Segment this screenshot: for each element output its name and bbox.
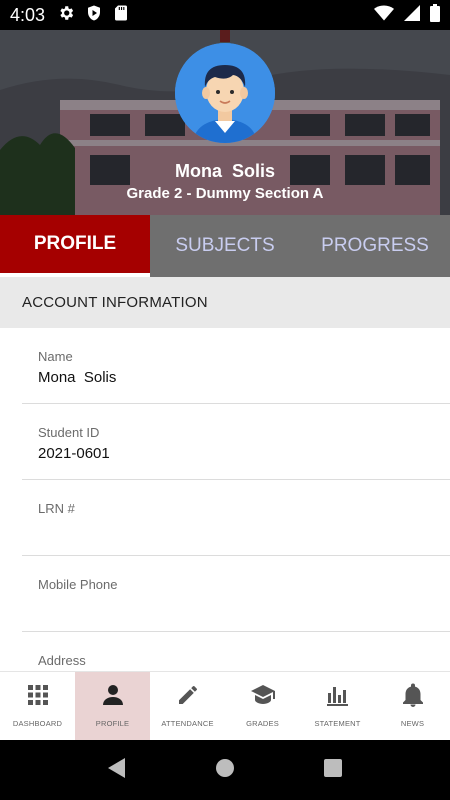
sd-card-icon xyxy=(113,4,129,27)
lrn-field: LRN # xyxy=(22,480,450,556)
student-section: Grade 2 - Dummy Section A xyxy=(126,185,324,202)
bottom-navigation: DASHBOARD PROFILE ATTENDANCE GRADES STAT… xyxy=(0,671,450,740)
wifi-icon xyxy=(374,5,394,26)
bar-chart-icon xyxy=(325,682,351,708)
avatar[interactable] xyxy=(175,43,275,143)
mobile-phone-field: Mobile Phone xyxy=(22,556,450,632)
nav-label: PROFILE xyxy=(95,719,130,728)
name-field: Name Mona Solis xyxy=(22,328,450,404)
status-time: 4:03 xyxy=(10,4,46,25)
profile-header: Mona Solis Grade 2 - Dummy Section A xyxy=(0,30,450,215)
nav-item-dashboard[interactable]: DASHBOARD xyxy=(0,672,75,740)
nav-label: STATEMENT xyxy=(314,719,361,728)
settings-icon xyxy=(57,4,75,27)
status-bar: 4:03 xyxy=(0,0,450,30)
section-header: ACCOUNT INFORMATION xyxy=(0,277,450,328)
account-information-panel[interactable]: ACCOUNT INFORMATION Name Mona Solis Stud… xyxy=(0,277,450,671)
field-label: Address xyxy=(38,653,86,668)
address-field: Address xyxy=(22,632,450,671)
nav-item-news[interactable]: NEWS xyxy=(375,672,450,740)
field-label: Student ID xyxy=(38,425,100,440)
system-navigation-bar xyxy=(0,740,450,800)
nav-label: NEWS xyxy=(400,719,425,728)
student-name: Mona Solis xyxy=(174,161,275,181)
grid-icon xyxy=(25,682,51,708)
signal-icon xyxy=(404,4,420,26)
nav-label: DASHBOARD xyxy=(12,719,63,728)
nav-label: ATTENDANCE xyxy=(161,719,214,728)
back-icon[interactable] xyxy=(107,757,127,784)
home-icon[interactable] xyxy=(215,758,235,783)
tab-profile[interactable]: PROFILE xyxy=(0,215,150,277)
battery-icon xyxy=(430,3,440,27)
field-value: 2021-0601 xyxy=(38,445,110,462)
recents-icon[interactable] xyxy=(323,758,343,783)
nav-item-statement[interactable]: STATEMENT xyxy=(300,672,375,740)
tab-progress[interactable]: PROGRESS xyxy=(300,215,450,277)
person-icon xyxy=(100,682,126,708)
graduation-cap-icon xyxy=(250,682,276,708)
field-value: Mona Solis xyxy=(38,369,117,386)
nav-label: GRADES xyxy=(246,719,279,728)
field-label: Mobile Phone xyxy=(38,577,118,592)
field-label: Name xyxy=(38,349,73,364)
play-protect-icon xyxy=(85,4,103,27)
nav-item-grades[interactable]: GRADES xyxy=(225,672,300,740)
student-avatar-icon xyxy=(175,43,275,143)
nav-item-profile[interactable]: PROFILE xyxy=(75,672,150,740)
nav-item-attendance[interactable]: ATTENDANCE xyxy=(150,672,225,740)
student-id-field: Student ID 2021-0601 xyxy=(22,404,450,480)
field-label: LRN # xyxy=(38,501,75,516)
pencil-icon xyxy=(175,682,201,708)
tab-subjects[interactable]: SUBJECTS xyxy=(150,215,300,277)
bell-icon xyxy=(400,682,426,708)
profile-tabs: PROFILE SUBJECTS PROGRESS xyxy=(0,215,450,277)
